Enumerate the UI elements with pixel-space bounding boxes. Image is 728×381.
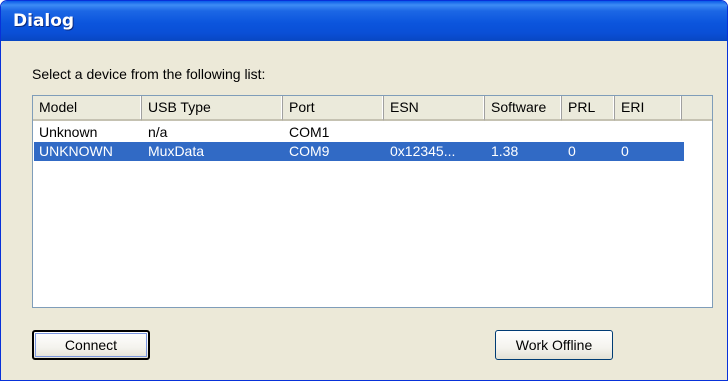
cell-esn: 0x12345...: [390, 143, 456, 159]
column-header-esn[interactable]: ESN: [384, 96, 485, 121]
column-header-software[interactable]: Software: [485, 96, 562, 121]
table-row-selected[interactable]: UNKNOWN MuxData COM9 0x12345... 1.38 0 0: [34, 142, 684, 161]
cell-port: COM1: [289, 124, 330, 140]
column-header-model[interactable]: Model: [33, 96, 142, 121]
device-list-prompt: Select a device from the following list:: [32, 66, 266, 82]
window-title: Dialog: [13, 11, 75, 31]
cell-usb-type: n/a: [148, 124, 168, 140]
column-header-filler: [682, 96, 712, 121]
work-offline-button[interactable]: Work Offline: [495, 330, 613, 360]
cell-software: [491, 123, 561, 142]
column-header-usb-type[interactable]: USB Type: [142, 96, 283, 121]
device-list[interactable]: Model USB Type Port ESN Software PRL ERI…: [32, 95, 713, 308]
table-row[interactable]: Unknown n/a COM1: [34, 123, 684, 142]
dialog-window: Dialog Select a device from the followin…: [0, 0, 728, 381]
cell-eri: [621, 123, 681, 142]
column-header-eri[interactable]: ERI: [615, 96, 682, 121]
cell-model: Unknown: [39, 124, 98, 140]
list-header: Model USB Type Port ESN Software PRL ERI: [33, 96, 712, 121]
cell-model: UNKNOWN: [39, 143, 113, 159]
cell-software: 1.38: [491, 143, 519, 159]
cell-prl: 0: [568, 143, 576, 159]
cell-port: COM9: [289, 143, 330, 159]
cell-esn: [390, 123, 484, 142]
cell-prl: [568, 123, 614, 142]
cell-usb-type: MuxData: [148, 143, 205, 159]
column-header-prl[interactable]: PRL: [562, 96, 615, 121]
connect-button[interactable]: Connect: [32, 330, 150, 360]
column-header-port[interactable]: Port: [283, 96, 384, 121]
cell-eri: 0: [621, 143, 629, 159]
title-bar[interactable]: Dialog: [1, 1, 727, 41]
